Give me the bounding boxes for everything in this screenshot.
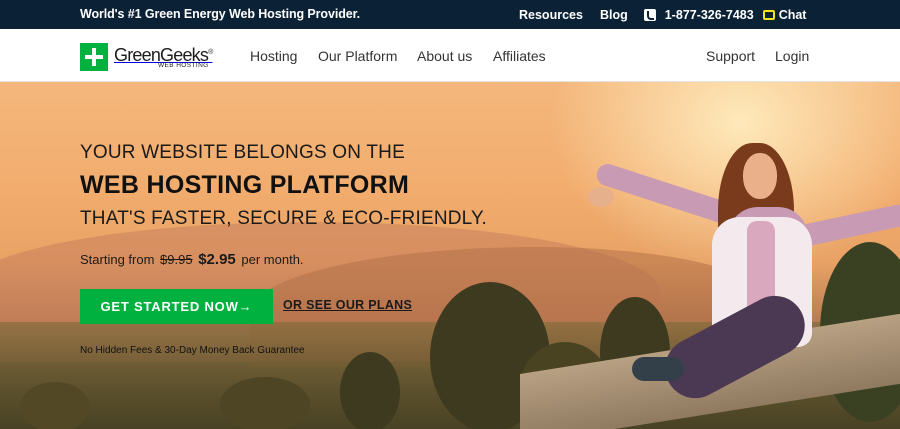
hero-heading-line1: YOUR WEBSITE BELONGS ON THE xyxy=(80,142,405,163)
hero-woman-image xyxy=(560,137,900,429)
guarantee-text: No Hidden Fees & 30-Day Money Back Guara… xyxy=(80,345,305,356)
hero-heading-main: WEB HOSTING PLATFORM xyxy=(80,171,410,199)
hero-tree xyxy=(20,382,90,429)
blog-link[interactable]: Blog xyxy=(600,8,628,22)
resources-link[interactable]: Resources xyxy=(519,8,583,22)
greengeeks-logo[interactable]: GreenGeeks® WEB HOSTING xyxy=(80,43,213,71)
nav-hosting[interactable]: Hosting xyxy=(250,48,297,64)
chat-bubble-icon xyxy=(762,9,775,20)
main-nav: GreenGeeks® WEB HOSTING Hosting Our Plat… xyxy=(0,29,900,82)
nav-affiliates[interactable]: Affiliates xyxy=(493,48,546,64)
top-bar: World's #1 Green Energy Web Hosting Prov… xyxy=(0,0,900,29)
tagline: World's #1 Green Energy Web Hosting Prov… xyxy=(80,7,361,21)
phone-link[interactable]: 1-877-326-7483 xyxy=(665,8,754,22)
price-line: Starting from $9.95 $2.95 per month. xyxy=(80,251,304,268)
woman-hand xyxy=(588,187,614,207)
get-started-button[interactable]: GET STARTED NOW → xyxy=(80,289,273,324)
chat-link[interactable]: Chat xyxy=(779,8,807,22)
arrow-right-icon: → xyxy=(238,299,253,314)
nav-login[interactable]: Login xyxy=(775,48,809,64)
nav-our-platform[interactable]: Our Platform xyxy=(318,48,397,64)
price-new: $2.95 xyxy=(198,251,236,268)
hero-heading-line3: THAT'S FASTER, SECURE & ECO-FRIENDLY. xyxy=(80,208,487,229)
price-prefix: Starting from xyxy=(80,252,155,267)
logo-text: GreenGeeks® WEB HOSTING xyxy=(114,43,213,71)
logo-subtitle: WEB HOSTING xyxy=(158,62,209,69)
woman-shoe xyxy=(632,357,684,381)
hero-tree xyxy=(340,352,400,429)
see-plans-link[interactable]: OR SEE OUR PLANS xyxy=(283,298,412,312)
woman-face xyxy=(743,153,777,199)
nav-about-us[interactable]: About us xyxy=(417,48,472,64)
nav-support[interactable]: Support xyxy=(706,48,755,64)
top-bar-links: Resources Blog 1-877-326-7483 Chat xyxy=(519,0,806,29)
price-old: $9.95 xyxy=(160,252,193,267)
get-started-label: GET STARTED NOW xyxy=(100,299,239,314)
plus-logo-icon xyxy=(80,43,108,71)
phone-icon xyxy=(643,8,656,21)
hero-tree xyxy=(220,377,310,429)
price-suffix: per month. xyxy=(241,252,304,267)
